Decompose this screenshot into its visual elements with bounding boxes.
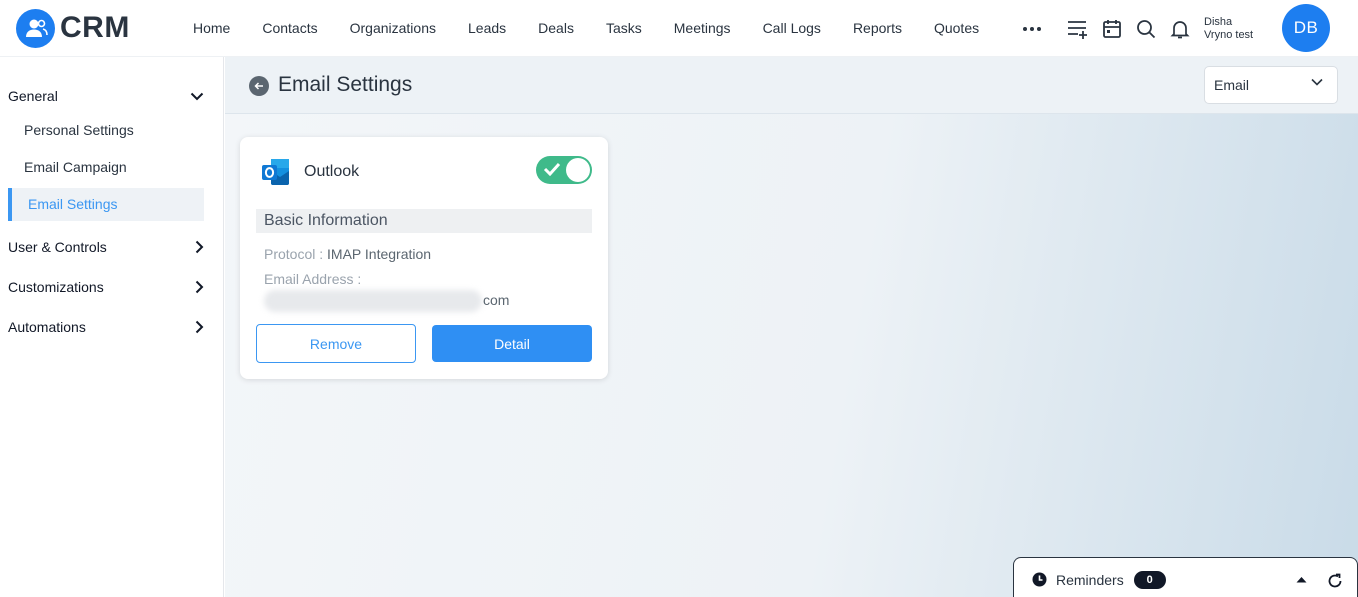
search-icon[interactable] <box>1134 17 1158 41</box>
nav-tasks[interactable]: Tasks <box>606 20 642 36</box>
check-icon <box>543 162 561 176</box>
user-last-name: Vryno test <box>1204 28 1254 41</box>
sidebar-group-label: General <box>8 88 58 104</box>
sidebar-group-general[interactable]: General <box>8 88 204 104</box>
sidebar-group-automations[interactable]: Automations <box>8 319 204 335</box>
main-content: Email Settings Email Outlook Basic Infor… <box>225 57 1358 597</box>
nav-home[interactable]: Home <box>193 20 230 36</box>
add-list-icon[interactable] <box>1066 17 1090 41</box>
redacted-email <box>264 290 482 312</box>
email-address-suffix: com <box>483 292 510 308</box>
calendar-icon[interactable] <box>1100 17 1124 41</box>
settings-sidebar: General Personal Settings Email Campaign… <box>0 57 224 597</box>
app-logo-text: CRM <box>60 11 130 44</box>
reminders-panel[interactable]: Reminders 0 <box>1013 557 1358 597</box>
nav-actions: Disha Vryno test <box>1020 0 1274 57</box>
nav-call-logs[interactable]: Call Logs <box>763 20 821 36</box>
chevron-right-icon <box>195 280 204 294</box>
clock-icon <box>1032 572 1047 587</box>
sidebar-item-email-campaign[interactable]: Email Campaign <box>24 159 127 175</box>
nav-contacts[interactable]: Contacts <box>262 20 317 36</box>
reminders-label: Reminders <box>1056 571 1124 588</box>
sidebar-group-customizations[interactable]: Customizations <box>8 279 204 295</box>
nav-deals[interactable]: Deals <box>538 20 574 36</box>
sidebar-item-email-settings[interactable]: Email Settings <box>8 188 204 221</box>
email-account-card: Outlook Basic Information Protocol : IMA… <box>240 137 608 379</box>
email-address-label: Email Address : <box>264 271 362 287</box>
nav-quotes[interactable]: Quotes <box>934 20 979 36</box>
sidebar-item-personal-settings[interactable]: Personal Settings <box>24 122 134 138</box>
refresh-icon[interactable] <box>1327 573 1343 589</box>
toggle-knob <box>566 158 590 182</box>
chevron-right-icon <box>195 240 204 254</box>
sidebar-group-label: Automations <box>8 319 86 335</box>
nav-reports[interactable]: Reports <box>853 20 902 36</box>
chevron-down-icon <box>1311 78 1323 86</box>
bell-icon[interactable] <box>1168 17 1192 41</box>
user-name[interactable]: Disha Vryno test <box>1204 16 1274 42</box>
app-logo[interactable]: CRM <box>16 8 166 48</box>
sidebar-group-user-controls[interactable]: User & Controls <box>8 239 204 255</box>
reminders-count-badge: 0 <box>1133 570 1166 589</box>
nav-meetings[interactable]: Meetings <box>674 20 731 36</box>
remove-button[interactable]: Remove <box>256 324 416 363</box>
chevron-down-icon <box>190 92 204 100</box>
sidebar-group-label: Customizations <box>8 279 104 295</box>
detail-button[interactable]: Detail <box>432 325 592 362</box>
protocol-row: Protocol : IMAP Integration <box>264 246 431 262</box>
select-value: Email <box>1214 77 1250 93</box>
sidebar-group-label: User & Controls <box>8 239 107 255</box>
users-logo-icon <box>16 8 55 48</box>
protocol-label: Protocol : <box>264 246 324 262</box>
user-first-name: Disha <box>1204 15 1233 28</box>
account-enabled-toggle[interactable] <box>536 156 592 184</box>
back-arrow-icon[interactable] <box>249 76 269 96</box>
chevron-right-icon <box>195 320 204 334</box>
main-nav: Home Contacts Organizations Leads Deals … <box>177 20 995 36</box>
ellipsis-icon[interactable] <box>1020 17 1044 41</box>
nav-leads[interactable]: Leads <box>468 20 506 36</box>
page-header: Email Settings Email <box>225 57 1358 114</box>
provider-name: Outlook <box>304 163 360 180</box>
page-title: Email Settings <box>278 73 413 96</box>
section-title: Basic Information <box>256 209 592 233</box>
outlook-icon <box>262 159 289 185</box>
sidebar-item-label: Email Settings <box>28 196 118 212</box>
protocol-value: IMAP Integration <box>327 246 432 262</box>
caret-up-icon[interactable] <box>1296 576 1307 583</box>
nav-organizations[interactable]: Organizations <box>350 20 436 36</box>
user-avatar[interactable]: DB <box>1282 4 1330 52</box>
settings-type-select[interactable]: Email <box>1204 66 1338 104</box>
top-navbar: CRM Home Contacts Organizations Leads De… <box>0 0 1358 57</box>
